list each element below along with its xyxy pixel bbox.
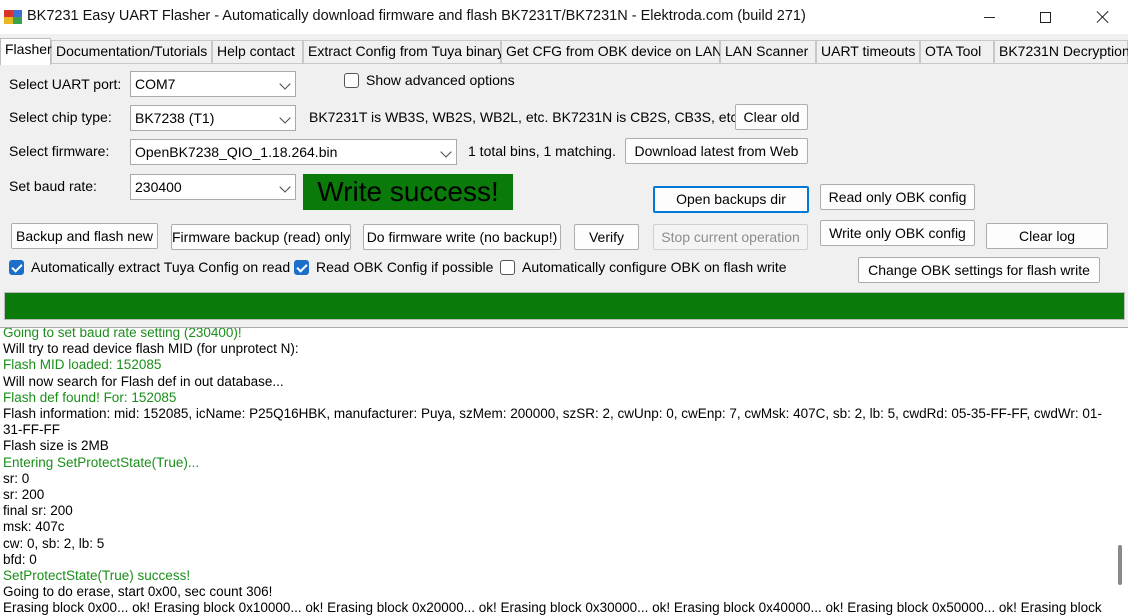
tab-lan-scanner[interactable]: LAN Scanner <box>720 40 816 63</box>
log-line: Flash def found! For: 152085 <box>3 389 177 405</box>
read-obk-checkbox[interactable]: Read OBK Config if possible <box>294 259 493 275</box>
verify-button[interactable]: Verify <box>574 224 639 250</box>
checkbox-icon <box>344 72 359 88</box>
progress-bar <box>4 292 1125 320</box>
log-line: Flash information: mid: 152085, icName: … <box>3 406 1102 438</box>
log-line: Flash MID loaded: 152085 <box>3 357 162 373</box>
uart-port-select[interactable]: COM7 <box>130 71 296 97</box>
firmware-write-button[interactable]: Do firmware write (no backup!) <box>363 224 561 250</box>
auto-configure-checkbox[interactable]: Automatically configure OBK on flash wri… <box>500 259 787 275</box>
log-line: Entering SetProtectState(True)... <box>3 454 200 470</box>
uart-port-label: Select UART port: <box>9 76 122 92</box>
log-line: sr: 0 <box>3 470 30 486</box>
close-button[interactable] <box>1080 0 1126 34</box>
log-line: msk: 407c <box>3 519 65 535</box>
tab-documentation[interactable]: Documentation/Tutorials <box>51 40 212 63</box>
baud-rate-label: Set baud rate: <box>9 178 97 194</box>
progress-fill <box>5 293 1124 319</box>
maximize-button[interactable] <box>1022 0 1068 34</box>
stop-operation-button[interactable]: Stop current operation <box>653 224 808 250</box>
change-obk-settings-button[interactable]: Change OBK settings for flash write <box>858 257 1100 283</box>
tab-get-cfg[interactable]: Get CFG from OBK device on LAN <box>501 40 722 63</box>
log-line: final sr: 200 <box>3 503 73 519</box>
minimize-button[interactable] <box>966 0 1012 34</box>
log-line: Will try to read device flash MID (for u… <box>3 341 299 357</box>
uart-port-value: COM7 <box>135 76 176 92</box>
tab-bar: Flasher Documentation/Tutorials Help con… <box>0 38 1128 65</box>
tab-flasher[interactable]: Flasher <box>0 38 52 65</box>
checkbox-checked-icon <box>294 259 309 275</box>
backup-and-flash-button[interactable]: Backup and flash new <box>11 223 158 249</box>
chevron-down-icon <box>440 146 452 158</box>
app-icon <box>4 8 22 26</box>
tab-help-contact[interactable]: Help contact <box>212 40 303 63</box>
title-bar: BK7231 Easy UART Flasher - Automatically… <box>0 0 1128 34</box>
log-line: SetProtectState(True) success! <box>3 568 191 584</box>
log-line: Will now search for Flash def in out dat… <box>3 373 284 389</box>
extract-tuya-checkbox[interactable]: Automatically extract Tuya Config on rea… <box>9 259 290 275</box>
show-advanced-checkbox[interactable]: Show advanced options <box>344 72 515 88</box>
open-backups-button[interactable]: Open backups dir <box>653 186 809 213</box>
close-icon <box>1096 10 1110 24</box>
maximize-icon <box>1039 11 1051 23</box>
baud-rate-value: 230400 <box>135 179 182 195</box>
log-line: Going to do erase, start 0x00, sec count… <box>3 584 273 600</box>
chip-type-select[interactable]: BK7238 (T1) <box>130 105 296 131</box>
status-banner: Write success! <box>303 174 513 210</box>
checkbox-checked-icon <box>9 259 24 275</box>
log-line: sr: 200 <box>3 487 45 503</box>
log-scrollbar[interactable] <box>1111 328 1128 616</box>
log-line: Flash size is 2MB <box>3 438 109 454</box>
firmware-label: Select firmware: <box>9 143 110 159</box>
download-latest-button[interactable]: Download latest from Web <box>625 138 808 164</box>
chip-type-label: Select chip type: <box>9 109 112 125</box>
tab-uart-timeouts[interactable]: UART timeouts <box>816 40 920 63</box>
scroll-thumb[interactable] <box>1118 545 1122 585</box>
baud-rate-select[interactable]: 230400 <box>130 174 296 200</box>
extract-tuya-label: Automatically extract Tuya Config on rea… <box>31 259 291 275</box>
read-only-obk-button[interactable]: Read only OBK config <box>820 184 975 210</box>
log-lines: Going to set baud rate setting (230400)!… <box>3 327 1103 616</box>
tab-extract-config[interactable]: Extract Config from Tuya binary <box>303 40 504 63</box>
chevron-down-icon <box>279 78 291 90</box>
window-title: BK7231 Easy UART Flasher - Automatically… <box>27 8 806 24</box>
bins-info-text: 1 total bins, 1 matching. <box>468 143 616 159</box>
firmware-backup-button[interactable]: Firmware backup (read) only <box>171 224 351 250</box>
firmware-value: OpenBK7238_QIO_1.18.264.bin <box>135 144 338 160</box>
tab-bk7231n-decryption[interactable]: BK7231N Decryption <box>994 40 1128 63</box>
chip-info-text: BK7231T is WB3S, WB2S, WB2L, etc. BK7231… <box>309 109 738 125</box>
auto-configure-label: Automatically configure OBK on flash wri… <box>522 259 787 275</box>
chevron-down-icon <box>279 112 291 124</box>
log-line: cw: 0, sb: 2, lb: 5 <box>3 535 105 551</box>
tab-ota-tool[interactable]: OTA Tool <box>920 40 994 63</box>
clear-old-button[interactable]: Clear old <box>735 104 808 130</box>
log-line: Going to set baud rate setting (230400)! <box>3 327 242 340</box>
chip-type-value: BK7238 (T1) <box>135 110 215 126</box>
minimize-icon <box>983 16 995 18</box>
clear-log-button[interactable]: Clear log <box>986 223 1108 249</box>
read-obk-label: Read OBK Config if possible <box>316 259 494 275</box>
show-advanced-label: Show advanced options <box>366 72 515 88</box>
log-output[interactable]: Going to set baud rate setting (230400)!… <box>0 327 1128 616</box>
checkbox-icon <box>500 259 515 275</box>
write-only-obk-button[interactable]: Write only OBK config <box>820 220 975 246</box>
log-line: Erasing block 0x00... ok! Erasing block … <box>3 600 1102 616</box>
firmware-select[interactable]: OpenBK7238_QIO_1.18.264.bin <box>130 139 457 165</box>
chevron-down-icon <box>279 181 291 193</box>
log-line: bfd: 0 <box>3 551 37 567</box>
